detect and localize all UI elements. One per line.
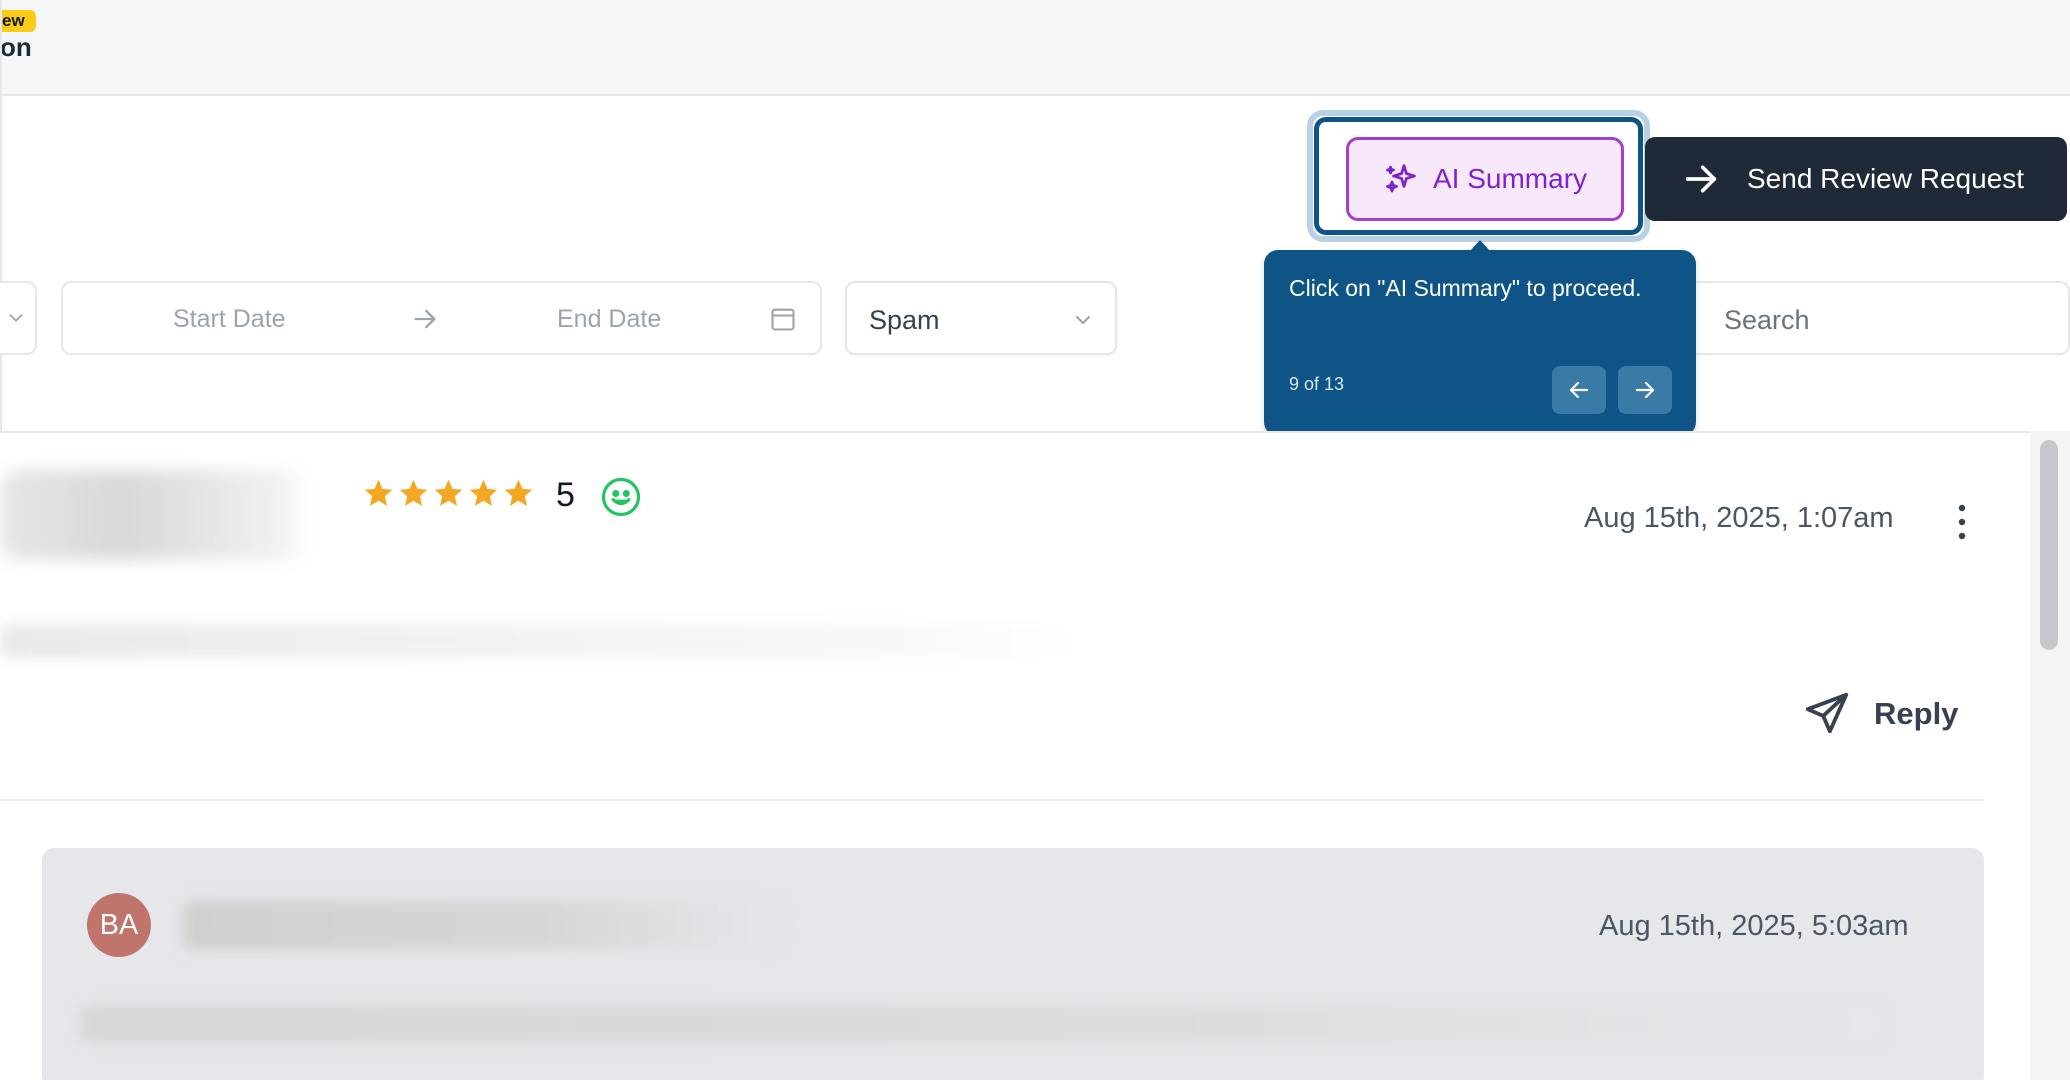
scrollbar-thumb[interactable] — [2040, 440, 2058, 650]
new-badge: ew — [0, 10, 36, 32]
spam-select-value: Spam — [869, 305, 940, 335]
app-page: ew on AI Summary Send Review Request Sta… — [0, 0, 2070, 1080]
reply-card — [42, 848, 1984, 1080]
ai-summary-button[interactable]: AI Summary — [1346, 137, 1624, 221]
send-review-request-button[interactable]: Send Review Request — [1645, 137, 2067, 221]
review-text-blurred — [0, 624, 1080, 658]
star-icon — [504, 479, 533, 506]
arrow-left-icon — [1569, 381, 1589, 399]
spam-filter-select[interactable]: Spam — [845, 281, 1117, 355]
star-rating — [362, 477, 535, 510]
tooltip-prev-button[interactable] — [1552, 366, 1606, 414]
reply-button[interactable]: Reply — [1804, 690, 1958, 738]
tooltip-next-button[interactable] — [1618, 366, 1672, 414]
tooltip-step-counter: 9 of 13 — [1289, 374, 1345, 394]
send-icon — [1805, 692, 1849, 734]
search-input[interactable]: Search — [1660, 281, 2070, 355]
send-review-label: Send Review Request — [1747, 163, 2025, 194]
arrow-right-icon — [1685, 165, 1717, 193]
start-date-input[interactable]: Start Date — [173, 305, 286, 334]
tooltip-text: Click on "AI Summary" to proceed. — [1289, 275, 1642, 301]
sparkles-icon — [1386, 164, 1416, 193]
avatar: BA — [87, 893, 151, 957]
rating-value: 5 — [556, 476, 575, 514]
arrow-right-icon — [1635, 381, 1655, 399]
smile-icon — [601, 477, 641, 517]
star-icon — [364, 479, 393, 506]
more-vertical-icon[interactable] — [1950, 502, 1974, 542]
star-icon — [469, 479, 498, 506]
review-date: Aug 15th, 2025, 1:07am — [1584, 502, 1894, 534]
reviewer-name-blurred — [0, 470, 310, 560]
star-icon — [399, 479, 428, 506]
end-date-input[interactable]: End Date — [557, 305, 661, 334]
reply-date: Aug 15th, 2025, 5:03am — [1599, 910, 1909, 942]
top-bar: ew on — [0, 0, 2070, 96]
nav-item-label[interactable]: on — [0, 32, 32, 63]
reply-text-blurred — [80, 1005, 1880, 1043]
search-placeholder: Search — [1724, 305, 1810, 335]
star-icon — [434, 479, 463, 506]
chevron-down-icon — [1076, 316, 1090, 324]
tour-tooltip: Click on "AI Summary" to proceed. 9 of 1… — [1264, 250, 1696, 436]
ai-summary-label: AI Summary — [1432, 163, 1588, 194]
calendar-icon — [771, 308, 795, 331]
reply-author-blurred — [182, 900, 782, 950]
list-divider — [0, 799, 1984, 801]
arrow-right-icon — [414, 309, 436, 329]
date-range-picker[interactable]: Start Date End Date — [61, 281, 822, 355]
filter-select[interactable] — [0, 281, 37, 355]
reply-label: Reply — [1874, 696, 1959, 731]
chevron-down-icon — [9, 314, 23, 322]
